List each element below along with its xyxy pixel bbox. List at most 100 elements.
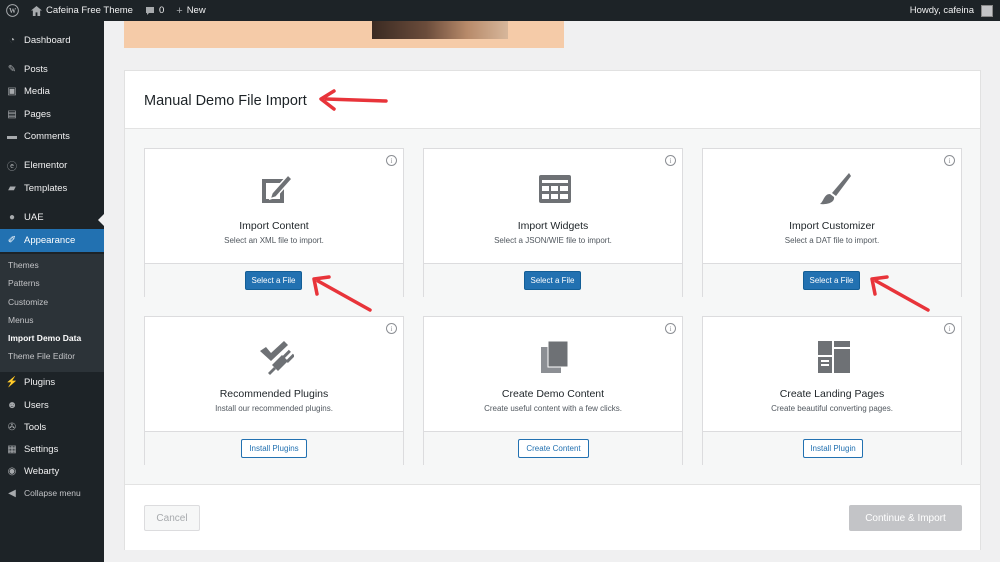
settings-icon: ▦ xyxy=(7,443,17,455)
sidebar-item-pages[interactable]: ▤ Pages xyxy=(0,103,104,125)
preview-photo xyxy=(372,21,508,39)
card-footer: Create Content xyxy=(424,431,682,465)
sidebar-item-plugins[interactable]: ⚡ Plugins xyxy=(0,371,104,393)
plus-icon: + xyxy=(176,4,183,17)
sidebar-item-templates[interactable]: ▰ Templates xyxy=(0,177,104,199)
continue-import-button[interactable]: Continue & Import xyxy=(849,505,962,531)
collapse-menu-button[interactable]: ◀ Collapse menu xyxy=(0,482,104,504)
sidebar-item-label: Webarty xyxy=(24,465,60,477)
new-content-link[interactable]: + New xyxy=(170,0,211,21)
comment-bubble-icon xyxy=(145,6,154,15)
info-icon[interactable]: i xyxy=(944,323,955,334)
panel-header: Manual Demo File Import xyxy=(125,71,980,129)
manual-import-panel: Manual Demo File Import i Import Content… xyxy=(124,70,981,550)
card-title: Import Content xyxy=(239,220,309,232)
wordpress-logo[interactable]: W xyxy=(0,0,25,21)
admin-bar: W Cafeina Free Theme 0 + New Howdy, cafe… xyxy=(0,0,1000,21)
select-dat-file-button[interactable]: Select a File xyxy=(803,271,860,290)
sidebar-item-label: Settings xyxy=(24,443,59,455)
install-plugins-button[interactable]: Install Plugins xyxy=(241,439,307,458)
card-title: Create Demo Content xyxy=(501,388,605,400)
widgets-icon xyxy=(539,175,571,203)
paintbrush-icon xyxy=(820,173,851,205)
card-footer: Install Plugin xyxy=(703,431,961,465)
users-icon: ☻ xyxy=(6,399,18,411)
import-cards-grid: i Import Content Select an XML file to i… xyxy=(125,129,980,484)
sidebar-item-appearance[interactable]: ✐ Appearance xyxy=(0,229,104,252)
info-icon[interactable]: i xyxy=(386,155,397,166)
submenu-item-theme-file-editor[interactable]: Theme File Editor xyxy=(8,351,75,361)
submenu-item-themes[interactable]: Themes xyxy=(8,260,39,270)
sidebar-item-settings[interactable]: ▦ Settings xyxy=(0,438,104,460)
sidebar-item-label: Media xyxy=(24,85,50,97)
comments-count: 0 xyxy=(158,5,165,16)
sidebar-item-users[interactable]: ☻ Users xyxy=(0,394,104,416)
info-icon[interactable]: i xyxy=(944,155,955,166)
sidebar-item-label: Dashboard xyxy=(24,34,71,46)
wrench-icon: ✇ xyxy=(7,421,17,433)
submenu-item-patterns[interactable]: Patterns xyxy=(8,278,40,288)
submenu-item-customize[interactable]: Customize xyxy=(8,297,48,307)
create-content-button[interactable]: Create Content xyxy=(518,439,589,458)
site-name-link[interactable]: Cafeina Free Theme xyxy=(25,0,139,21)
sidebar-item-elementor[interactable]: ⓔ Elementor xyxy=(0,154,104,176)
plugin-icon: ⚡ xyxy=(5,376,19,388)
sidebar-item-webarty[interactable]: ◉ Webarty xyxy=(0,460,104,482)
plugins-icon xyxy=(260,341,294,375)
select-wie-file-button[interactable]: Select a File xyxy=(524,271,581,290)
sidebar-item-label: Comments xyxy=(24,130,70,142)
sidebar-item-media[interactable]: ▣ Media xyxy=(0,80,104,102)
dashboard-icon: ◔ xyxy=(8,34,16,46)
info-icon[interactable]: i xyxy=(386,323,397,334)
elementor-icon: ⓔ xyxy=(7,161,17,173)
avatar xyxy=(981,4,993,17)
card-title: Import Customizer xyxy=(789,220,875,232)
pin-icon: ✎ xyxy=(7,63,17,75)
sidebar-item-label: Tools xyxy=(24,421,47,433)
install-plugin-button[interactable]: Install Plugin xyxy=(803,439,863,458)
card-footer: Select a File xyxy=(424,263,682,297)
media-icon: ▣ xyxy=(7,85,17,97)
submenu-item-menus[interactable]: Menus xyxy=(8,315,34,325)
comment-icon: ▬ xyxy=(7,130,17,142)
card-title: Import Widgets xyxy=(517,220,589,232)
sidebar-item-dashboard[interactable]: ◔ Dashboard xyxy=(0,29,104,51)
sidebar-item-posts[interactable]: ✎ Posts xyxy=(0,58,104,80)
appearance-submenu: Themes Patterns Customize Menus Import D… xyxy=(0,254,104,372)
brush-icon: ✐ xyxy=(7,235,17,246)
import-content-icon xyxy=(262,173,294,203)
sidebar-item-label: Posts xyxy=(24,63,48,75)
comments-link[interactable]: 0 xyxy=(139,0,170,21)
sidebar-item-label: Users xyxy=(24,399,49,411)
uae-icon: ● xyxy=(8,211,16,223)
info-icon[interactable]: i xyxy=(665,155,676,166)
folder-icon: ▰ xyxy=(8,182,16,194)
wordpress-icon: W xyxy=(6,4,19,17)
sidebar-item-uae[interactable]: ● UAE xyxy=(0,206,104,228)
card-create-landing-pages: i Create Landing Pages Create beautiful … xyxy=(702,316,962,465)
card-import-widgets: i Import Widgets Select a JSON/WIE file … xyxy=(423,148,683,297)
card-footer: Select a File xyxy=(145,263,403,297)
svg-text:W: W xyxy=(9,7,17,15)
card-recommended-plugins: i Recommended Plugins Install our recomm… xyxy=(144,316,404,465)
landing-pages-icon xyxy=(818,341,850,373)
sidebar-item-tools[interactable]: ✇ Tools xyxy=(0,416,104,438)
card-description: Select a JSON/WIE file to import. xyxy=(494,236,612,245)
sidebar-item-label: Collapse menu xyxy=(24,488,81,498)
sidebar-item-comments[interactable]: ▬ Comments xyxy=(0,125,104,147)
card-description: Create beautiful converting pages. xyxy=(771,404,893,413)
account-menu[interactable]: Howdy, cafeina xyxy=(904,0,1000,21)
select-xml-file-button[interactable]: Select a File xyxy=(245,271,302,290)
card-title: Recommended Plugins xyxy=(219,388,329,400)
home-icon xyxy=(31,5,42,16)
card-footer: Install Plugins xyxy=(145,431,403,465)
info-icon[interactable]: i xyxy=(665,323,676,334)
card-create-demo-content: i Create Demo Content Create useful cont… xyxy=(423,316,683,465)
cancel-button[interactable]: Cancel xyxy=(144,505,200,531)
new-label: New xyxy=(186,5,206,16)
sidebar-item-label: Elementor xyxy=(24,159,68,171)
card-description: Create useful content with a few clicks. xyxy=(484,404,622,413)
sidebar-item-label: Templates xyxy=(24,182,68,194)
submenu-item-import-demo-data[interactable]: Import Demo Data xyxy=(8,333,81,343)
sidebar-item-label: UAE xyxy=(24,211,44,223)
